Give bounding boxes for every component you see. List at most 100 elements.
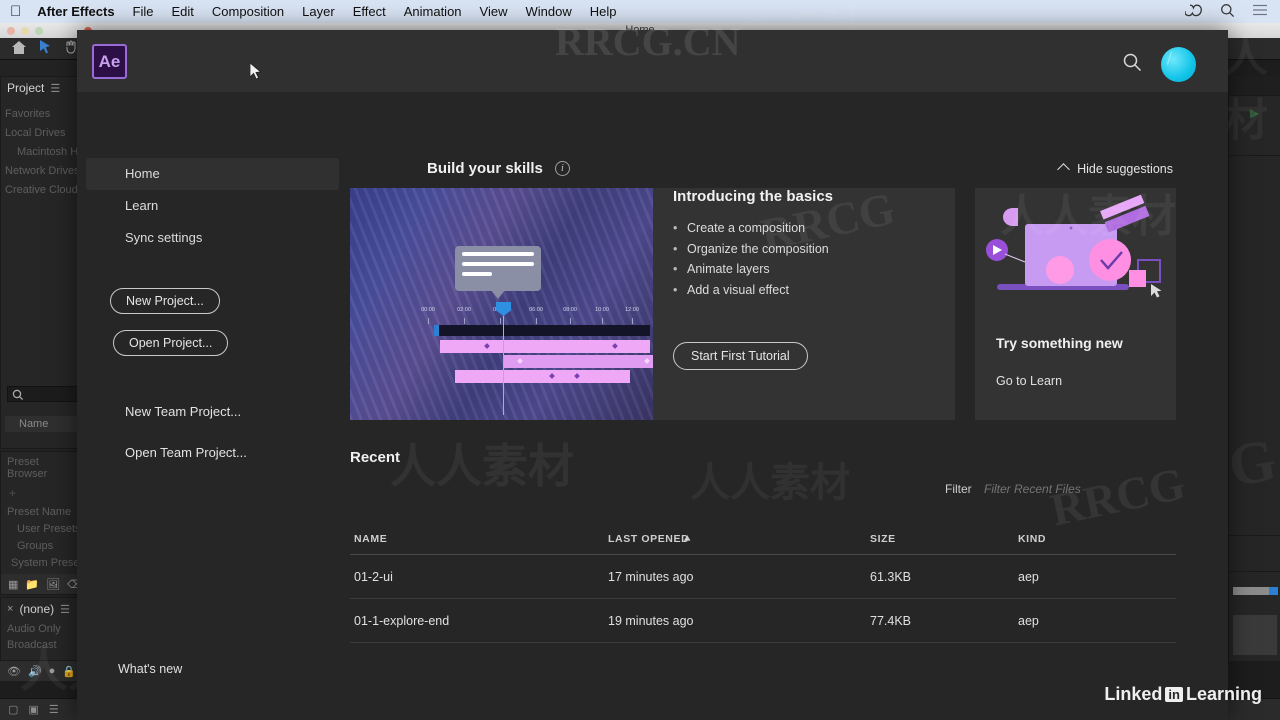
build-your-skills-title: Build your skills: [427, 160, 543, 177]
basics-bullet: Create a composition: [673, 218, 955, 239]
playhead-line: [503, 305, 504, 415]
apple-icon[interactable]: : [10, 4, 21, 19]
go-to-learn-link[interactable]: Go to Learn: [996, 374, 1062, 388]
sidebar-item-label: Home: [125, 166, 160, 181]
recent-table-header: NAME LAST OPENED ⯅ SIZE KIND: [350, 522, 1176, 555]
column-header-kind[interactable]: KIND: [1018, 533, 1046, 545]
sidebar-item-sync-settings[interactable]: Sync settings: [77, 222, 348, 254]
menu-item-composition[interactable]: Composition: [212, 4, 284, 19]
table-row[interactable]: 01-1-explore-end 19 minutes ago 77.4KB a…: [350, 599, 1176, 643]
frame-blend-icon[interactable]: ▢: [8, 703, 18, 716]
search-icon[interactable]: [1122, 52, 1142, 72]
brand-name-2: Learning: [1185, 684, 1262, 704]
timeline-timecodes: 00:00 02:00 04:00 06:00 08:00 10:00 12:0…: [421, 307, 639, 317]
menu-item-file[interactable]: File: [133, 4, 154, 19]
search-icon[interactable]: [1220, 3, 1235, 21]
rail-slider-handle[interactable]: [1269, 587, 1278, 595]
home-icon[interactable]: [12, 40, 26, 57]
timecode: 10:00: [595, 307, 609, 313]
rail-preview-section[interactable]: ▶: [1229, 96, 1280, 156]
sort-ascending-icon[interactable]: ⯅: [683, 533, 692, 546]
image-icon[interactable]: 🖼: [46, 578, 60, 591]
column-header-size[interactable]: SIZE: [870, 533, 896, 545]
selection-tool-icon[interactable]: [40, 40, 51, 57]
list-icon[interactable]: [1253, 4, 1268, 19]
audio-icon[interactable]: 🔊: [28, 665, 42, 678]
timecode: 00:00: [421, 307, 435, 313]
timecode: 12:00: [625, 307, 639, 313]
sidebar-item-home[interactable]: Home: [86, 158, 339, 190]
lock-icon[interactable]: 🔒: [62, 665, 76, 678]
cell-size: 61.3KB: [870, 570, 912, 584]
solo-icon[interactable]: ●: [49, 665, 56, 677]
after-effects-logo: Ae: [92, 44, 127, 79]
table-row[interactable]: 01-2-ui 17 minutes ago 61.3KB aep: [350, 555, 1176, 599]
rail-align-section[interactable]: [1229, 536, 1280, 572]
timeline-layer-bar: [455, 370, 630, 383]
menu-item-effect[interactable]: Effect: [353, 4, 386, 19]
timecode: 02:00: [457, 307, 471, 313]
avatar[interactable]: [1161, 47, 1196, 82]
timecode: 06:00: [529, 307, 543, 313]
timeline-ticks: [428, 318, 638, 324]
start-first-tutorial-button[interactable]: Start First Tutorial: [673, 342, 808, 370]
open-team-project-link[interactable]: Open Team Project...: [77, 445, 348, 460]
motion-blur-icon[interactable]: ▣: [28, 703, 38, 716]
macos-menu-bar:  After Effects File Edit Composition La…: [0, 0, 1280, 23]
try-something-new-card[interactable]: Try something new Go to Learn: [975, 188, 1176, 420]
sidebar-item-learn[interactable]: Learn: [77, 190, 348, 222]
timeline-ruler: [434, 325, 650, 336]
whats-new-link[interactable]: What's new: [118, 662, 182, 676]
rail-thumbnail[interactable]: [1233, 615, 1277, 655]
column-header-last-opened[interactable]: LAST OPENED: [608, 533, 689, 545]
new-team-project-link[interactable]: New Team Project...: [77, 404, 348, 419]
open-project-button[interactable]: Open Project...: [113, 330, 229, 356]
eye-icon[interactable]: 👁: [7, 665, 21, 678]
filter-recent-files-input[interactable]: [984, 482, 1164, 496]
screen:  After Effects File Edit Composition La…: [0, 0, 1280, 720]
timecode: 08:00: [563, 307, 577, 313]
panel-menu-icon[interactable]: ☰: [50, 82, 60, 95]
menu-app-name[interactable]: After Effects: [37, 4, 114, 19]
panel-menu-icon[interactable]: ☰: [60, 603, 70, 616]
column-header-name[interactable]: NAME: [354, 533, 387, 545]
basics-bullet: Add a visual effect: [673, 280, 955, 301]
info-icon[interactable]: i: [554, 161, 570, 176]
linkedin-learning-logo: Linked in Learning: [1104, 684, 1262, 705]
new-project-button[interactable]: New Project...: [110, 288, 220, 314]
footage-icon[interactable]: ▦: [8, 578, 18, 591]
home-dialog: Ae Home Learn Sync settings New Project.…: [77, 30, 1228, 720]
keyframe-icon: [549, 373, 555, 379]
graph-editor-icon[interactable]: ☰: [49, 703, 59, 716]
menu-item-animation[interactable]: Animation: [404, 4, 462, 19]
laptop-illustration: [975, 188, 1176, 328]
rail-header: [1229, 76, 1280, 96]
basics-bullet: Organize the composition: [673, 239, 955, 260]
creative-cloud-icon[interactable]: [1184, 4, 1202, 20]
right-panel-rail[interactable]: ▶: [1228, 76, 1280, 661]
cell-size: 77.4KB: [870, 614, 912, 628]
cell-kind: aep: [1018, 570, 1039, 584]
hide-suggestions-button[interactable]: Hide suggestions: [1057, 162, 1173, 176]
menu-bar-status-items: [1184, 0, 1268, 23]
recent-files-table: NAME LAST OPENED ⯅ SIZE KIND 01-2-ui 17 …: [350, 522, 1176, 643]
cell-name[interactable]: 01-1-explore-end: [354, 614, 449, 628]
rail-effects-section[interactable]: [1229, 156, 1280, 536]
menu-item-edit[interactable]: Edit: [172, 4, 194, 19]
close-icon[interactable]: ×: [7, 603, 13, 615]
cell-name[interactable]: 01-2-ui: [354, 570, 393, 584]
folder-icon[interactable]: 📁: [25, 578, 39, 591]
keyframe-icon: [574, 373, 580, 379]
menu-item-view[interactable]: View: [480, 4, 508, 19]
sidebar-item-label: Learn: [125, 198, 159, 213]
filter-label: Filter: [945, 482, 972, 496]
menu-item-layer[interactable]: Layer: [302, 4, 335, 19]
cell-last-opened: 19 minutes ago: [608, 614, 694, 628]
menu-item-help[interactable]: Help: [590, 4, 617, 19]
brand-name-1: Linked: [1104, 684, 1163, 704]
menu-item-window[interactable]: Window: [525, 4, 571, 19]
play-icon[interactable]: ▶: [1229, 96, 1280, 120]
keyframe-icon: [612, 343, 618, 349]
work-area-marker: [434, 325, 439, 336]
linkedin-badge-icon: in: [1165, 687, 1183, 702]
